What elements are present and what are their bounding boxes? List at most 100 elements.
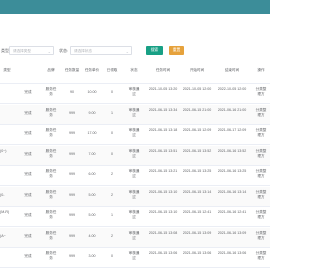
table-cell: 999	[69, 131, 75, 135]
reset-button[interactable]: 重置	[169, 46, 184, 55]
table-cell: 完成	[24, 233, 32, 238]
table-cell: (0-	[0, 192, 5, 197]
table-cell: 完成	[24, 90, 32, 94]
column-header: 结束时间	[224, 68, 240, 72]
table-cell: 审核通过	[128, 128, 140, 137]
table-cell: 服务任务	[45, 148, 57, 158]
table-cell: 0	[111, 151, 113, 156]
table-cell: 999	[69, 172, 75, 176]
type-select-placeholder: 请选择类型	[13, 49, 31, 53]
table-cell[interactable]: 分类整理方	[254, 251, 268, 261]
table-cell[interactable]: 分类整理方	[254, 108, 268, 118]
status-select-placeholder: 请选择状态	[74, 49, 92, 53]
table-cell[interactable]: 分类整理方	[254, 87, 268, 97]
chevron-down-icon: ⌄	[125, 48, 129, 54]
table-cell: 2	[111, 233, 113, 238]
table-row: 完成 服务任务 999 6.00 2 审核通过 2021-06-15 13:21 2021-0…	[0, 166, 270, 186]
table-cell: 0	[111, 131, 113, 135]
chevron-down-icon: ⌄	[47, 48, 51, 54]
table-cell: 2021-06-15 13:06	[148, 251, 178, 255]
table-cell: 999	[69, 233, 75, 238]
column-header: 已领取	[106, 68, 118, 72]
table-cell: 审核通过	[128, 169, 140, 178]
table-cell: 服务任务	[45, 230, 57, 240]
table-cell[interactable]: 分类整理方	[254, 149, 268, 159]
table-cell[interactable]: 分类整理方	[254, 210, 268, 220]
table-row: 完成 服务任务 999 17.00 0 审核通过 2021-06-15 13:18 2021-…	[0, 125, 270, 145]
table-cell[interactable]: 分类整理方	[254, 128, 268, 138]
table-cell: 17.00	[87, 131, 97, 135]
table-cell: 审核通过	[128, 148, 140, 158]
status-filter-label: 状态:	[59, 48, 69, 53]
table-header: 类型 品牌 任务数量 任务单价 已领取 状态 任务时间 开始时间 结束时间 操作	[0, 64, 270, 84]
table-cell: 2021-10-05 12:00	[182, 87, 212, 91]
table-cell: 2021-06-16 13:06	[217, 251, 247, 255]
table-cell: 2021-10-05 13:20	[148, 87, 178, 91]
table-cell: 完成	[24, 213, 32, 217]
table-cell: 999	[69, 192, 75, 197]
table-cell: 2021-06-15 12:41	[182, 210, 212, 214]
table-cell: (0~)	[0, 148, 7, 153]
table-row: 完成 服务任务 90 10.00 0 审核通过 2021-10-05 13:20 2021-1…	[0, 84, 270, 104]
table-cell: 完成	[24, 192, 32, 197]
table-cell: 0	[111, 90, 113, 94]
table-cell: 服务任务	[45, 107, 57, 117]
table-cell[interactable]: 分类整理方	[254, 231, 268, 241]
table-cell[interactable]: 分类整理方	[254, 169, 268, 179]
table-cell: 2	[111, 172, 113, 176]
table-cell: 审核通过	[128, 210, 140, 219]
table-cell: 4.00	[88, 233, 96, 238]
table-cell: 服务任务	[45, 189, 57, 199]
table-cell: 2021-06-15 13:08	[148, 230, 178, 235]
table-cell: 2021-06-15 13:18	[148, 128, 178, 132]
column-header: 类型	[3, 68, 11, 72]
table-cell: 2022-10-05 12:00	[217, 87, 247, 91]
table-cell: 999	[69, 254, 75, 258]
table-cell: 2021-06-15 13:52	[182, 148, 212, 153]
table-cell[interactable]: 分类整理方	[254, 190, 268, 200]
table-cell: 6.00	[88, 172, 96, 176]
table-cell: (A~	[0, 233, 6, 238]
table-cell: 审核通过	[128, 107, 140, 117]
table-cell: 9.00	[88, 110, 96, 115]
table-cell: 7.00	[88, 151, 96, 156]
table-cell: 完成	[24, 110, 32, 115]
column-header: 状态	[130, 68, 138, 72]
table-cell: 2021-06-15 21:00	[182, 107, 212, 112]
filter-bar: 类型: 请选择类型 ⌄ 状态: 请选择状态 ⌄ 搜索 重置	[0, 40, 270, 62]
table-cell: 2021-06-16 13:25	[217, 169, 247, 173]
search-button[interactable]: 搜索	[146, 46, 163, 55]
table-cell: 0	[111, 254, 113, 258]
status-select[interactable]: 请选择状态 ⌄	[70, 46, 132, 55]
table-cell: 审核通过	[128, 87, 140, 96]
table-cell: 服务任务	[45, 128, 57, 137]
table-cell: 审核通过	[128, 230, 140, 240]
table-cell: 2021-06-15 13:06	[182, 251, 212, 255]
table-cell: 2021-06-15 13:21	[148, 169, 178, 173]
table-cell: 完成	[24, 172, 32, 176]
table-cell: 5.00	[88, 213, 96, 217]
type-select[interactable]: 请选择类型 ⌄	[9, 46, 54, 55]
table-cell: 2021-06-15 13:25	[182, 169, 212, 173]
table-row: (0~) 完成 服务任务 999 7.00 0 审核通过 2021-06-15 13:51 20…	[0, 145, 270, 166]
table-cell: 审核通过	[128, 189, 140, 199]
table-cell: 2021-06-15 13:10	[148, 189, 178, 194]
column-header: 任务数量	[64, 68, 80, 72]
table-row: (M-R) 完成 服务任务 999 5.00 1 审核通过 2021-06-15 13:10 2…	[0, 207, 270, 227]
table-cell: 2021-06-15 13:09	[182, 230, 212, 235]
column-header: 任务时间	[155, 68, 171, 72]
table-cell: 90	[70, 90, 74, 94]
table-cell: 2	[111, 192, 113, 197]
table-cell: 服务任务	[45, 251, 57, 260]
column-header: 任务单价	[84, 68, 100, 72]
table-cell: 服务任务	[45, 87, 57, 96]
table-cell: 10.00	[87, 90, 97, 94]
table-cell: 完成	[24, 151, 32, 156]
table-cell: 1	[111, 110, 113, 115]
table-cell: (M-R)	[0, 210, 10, 214]
table-cell: 2021-06-16 12:41	[217, 210, 247, 214]
table-cell: 2021-06-17 12:09	[217, 128, 247, 132]
table-cell: 2021-06-15 12:09	[182, 128, 212, 132]
table-cell: 5.00	[88, 192, 96, 197]
table-row: (0- 完成 服务任务 999 5.00 2 审核通过 2021-06-15 13:10 202…	[0, 186, 270, 207]
